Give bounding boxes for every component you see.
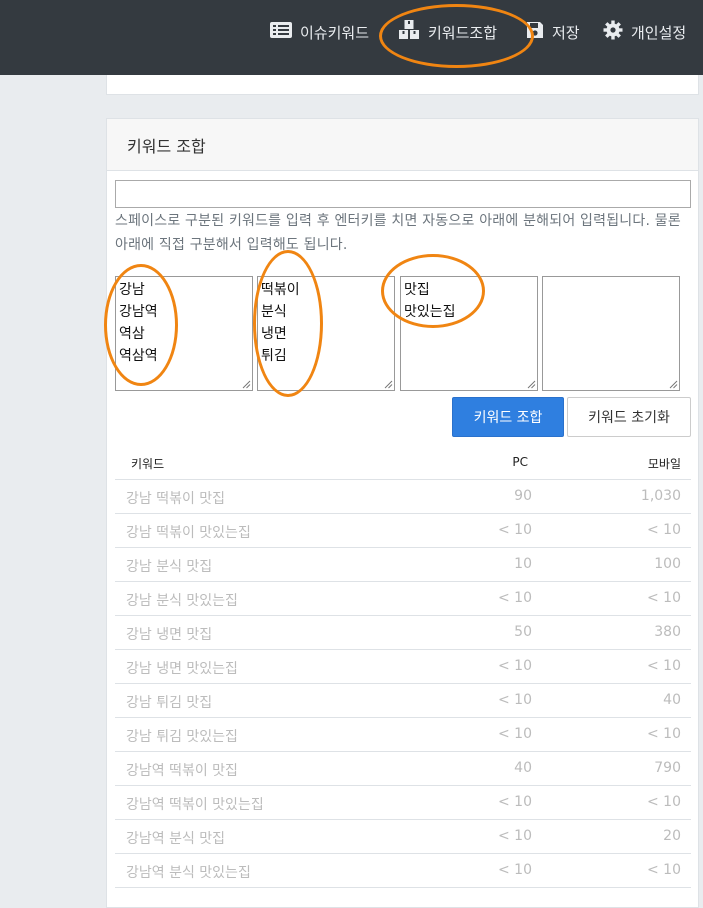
keyword-cell: 강남역 분식 맛집 bbox=[126, 831, 226, 847]
top-navbar: 이슈키워드 키워드조합 저장 개인설정 bbox=[0, 0, 703, 75]
header-keyword[interactable]: 키워드 bbox=[131, 455, 164, 472]
mobile-cell: < 10 bbox=[647, 522, 681, 538]
results-table: 키워드 PC 모바일 강남 떡볶이 맛집 90 1,030 강남 떡볶이 맛있는집 < … bbox=[115, 445, 691, 888]
mobile-cell: < 10 bbox=[647, 590, 681, 606]
keyword-line: 맛있는집 bbox=[404, 304, 456, 320]
resize-handle-icon[interactable] bbox=[669, 380, 678, 389]
table-row: 강남 떡볶이 맛집 90 1,030 bbox=[115, 480, 691, 514]
table-row: 강남역 떡볶이 맛집 40 790 bbox=[115, 752, 691, 786]
mobile-cell: 380 bbox=[654, 624, 681, 640]
mobile-cell: < 10 bbox=[647, 658, 681, 674]
keyword-cell: 강남 분식 맛있는집 bbox=[126, 593, 238, 609]
pc-cell: < 10 bbox=[498, 692, 532, 708]
pc-cell: 90 bbox=[514, 488, 532, 504]
mobile-cell: < 10 bbox=[647, 862, 681, 878]
keyword-cell: 강남 냉면 맛집 bbox=[126, 627, 213, 643]
previous-panel-bottom bbox=[106, 75, 699, 95]
table-row: 강남 튀김 맛집 < 10 40 bbox=[115, 684, 691, 718]
pc-cell: < 10 bbox=[498, 522, 532, 538]
table-row: 강남 분식 맛집 10 100 bbox=[115, 548, 691, 582]
table-row: 강남 냉면 맛집 50 380 bbox=[115, 616, 691, 650]
resize-handle-icon[interactable] bbox=[384, 380, 393, 389]
pc-cell: < 10 bbox=[498, 828, 532, 844]
keyword-line: 떡볶이 bbox=[261, 282, 300, 298]
table-row: 강남 분식 맛있는집 < 10 < 10 bbox=[115, 582, 691, 616]
keyword-line: 튀김 bbox=[261, 348, 287, 364]
pc-cell: < 10 bbox=[498, 590, 532, 606]
keyword-box-2[interactable]: 떡볶이 분식 냉면 튀김 bbox=[257, 276, 395, 391]
nav-save-label: 저장 bbox=[552, 23, 580, 42]
mobile-cell: < 10 bbox=[647, 726, 681, 742]
keyword-line: 분식 bbox=[261, 304, 287, 320]
nav-keyword-combine-label: 키워드조합 bbox=[428, 23, 498, 42]
keyword-line: 역삼역 bbox=[119, 348, 158, 364]
keyword-line: 냉면 bbox=[261, 326, 287, 342]
nav-issue-keyword-label: 이슈키워드 bbox=[300, 23, 370, 42]
keyword-box-1[interactable]: 강남 강남역 역삼 역삼역 bbox=[115, 276, 253, 391]
keyword-line: 강남역 bbox=[119, 304, 158, 320]
keyword-combine-card: 키워드 조합 스페이스로 구분된 키워드를 입력 후 엔터키를 치면 자동으로 … bbox=[104, 118, 699, 908]
table-row: 강남역 분식 맛있는집 < 10 < 10 bbox=[115, 854, 691, 888]
pc-cell: < 10 bbox=[498, 862, 532, 878]
nav-save[interactable]: 저장 bbox=[526, 20, 580, 44]
table-header: 키워드 PC 모바일 bbox=[115, 445, 691, 480]
keyword-cell: 강남역 떡볶이 맛집 bbox=[126, 763, 238, 779]
pc-cell: 50 bbox=[514, 624, 532, 640]
card-title: 키워드 조합 bbox=[127, 137, 206, 156]
keyword-cell: 강남 떡볶이 맛집 bbox=[126, 491, 226, 507]
header-pc[interactable]: PC bbox=[512, 455, 528, 469]
keyword-line: 강남 bbox=[119, 282, 145, 298]
table-row: 강남 냉면 맛있는집 < 10 < 10 bbox=[115, 650, 691, 684]
gear-icon bbox=[603, 20, 631, 44]
nav-settings[interactable]: 개인설정 bbox=[603, 20, 686, 44]
resize-handle-icon[interactable] bbox=[527, 380, 536, 389]
mobile-cell: 20 bbox=[663, 828, 681, 844]
pc-cell: < 10 bbox=[498, 726, 532, 742]
keyword-cell: 강남역 분식 맛있는집 bbox=[126, 865, 251, 881]
mobile-cell: 1,030 bbox=[640, 488, 681, 504]
mobile-cell: < 10 bbox=[647, 794, 681, 810]
pc-cell: 10 bbox=[514, 556, 532, 572]
keyword-cell: 강남역 떡볶이 맛있는집 bbox=[126, 797, 264, 813]
keyword-line: 역삼 bbox=[119, 326, 145, 342]
keyword-cell: 강남 떡볶이 맛있는집 bbox=[126, 525, 251, 541]
table-row: 강남역 떡볶이 맛있는집 < 10 < 10 bbox=[115, 786, 691, 820]
nav-issue-keyword[interactable]: 이슈키워드 bbox=[270, 20, 369, 44]
keyword-cell: 강남 튀김 맛있는집 bbox=[126, 729, 238, 745]
keyword-box-4[interactable] bbox=[542, 276, 680, 391]
keyword-input[interactable] bbox=[115, 180, 691, 208]
mobile-cell: 790 bbox=[654, 760, 681, 776]
mobile-cell: 100 bbox=[654, 556, 681, 572]
keyword-cell: 강남 튀김 맛집 bbox=[126, 695, 213, 711]
keyword-box-3[interactable]: 맛집 맛있는집 bbox=[400, 276, 538, 391]
save-icon bbox=[526, 21, 552, 43]
combine-button[interactable]: 키워드 조합 bbox=[452, 397, 564, 437]
pc-cell: 40 bbox=[514, 760, 532, 776]
resize-handle-icon[interactable] bbox=[242, 380, 251, 389]
keyword-cell: 강남 분식 맛집 bbox=[126, 559, 213, 575]
table-row: 강남역 분식 맛집 < 10 20 bbox=[115, 820, 691, 854]
pc-cell: < 10 bbox=[498, 794, 532, 810]
keyword-cell: 강남 냉면 맛있는집 bbox=[126, 661, 238, 677]
pc-cell: < 10 bbox=[498, 658, 532, 674]
header-mobile[interactable]: 모바일 bbox=[648, 455, 681, 472]
list-icon bbox=[270, 22, 300, 42]
reset-button[interactable]: 키워드 초기화 bbox=[567, 397, 691, 437]
mobile-cell: 40 bbox=[663, 692, 681, 708]
cubes-icon bbox=[398, 20, 428, 44]
card-header: 키워드 조합 bbox=[107, 119, 698, 171]
nav-settings-label: 개인설정 bbox=[631, 23, 687, 42]
help-text: 스페이스로 구분된 키워드를 입력 후 엔터키를 치면 자동으로 아래에 분해되… bbox=[115, 213, 681, 253]
nav-keyword-combine[interactable]: 키워드조합 bbox=[398, 20, 497, 44]
table-row: 강남 튀김 맛있는집 < 10 < 10 bbox=[115, 718, 691, 752]
table-row: 강남 떡볶이 맛있는집 < 10 < 10 bbox=[115, 514, 691, 548]
keyword-line: 맛집 bbox=[404, 282, 430, 298]
